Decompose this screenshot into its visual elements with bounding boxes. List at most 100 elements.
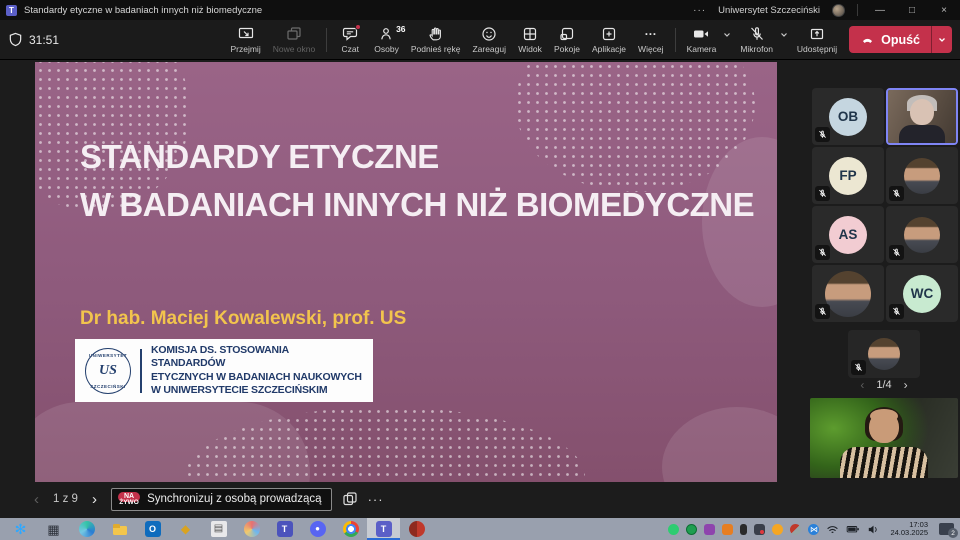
previous-slide-button[interactable]: ‹ <box>30 491 43 508</box>
logo-text-line2: ETYCZNYCH W BADANIACH NAUKOWYCH <box>151 371 363 385</box>
camera-button[interactable]: Kamera <box>681 21 723 59</box>
shell-app-icon[interactable] <box>235 518 268 540</box>
tray-icon-clock[interactable] <box>686 524 697 535</box>
rooms-button[interactable]: Pokoje <box>548 21 586 59</box>
camera-options-chevron[interactable] <box>723 32 731 38</box>
minimize-button[interactable]: — <box>870 5 890 16</box>
university-logo-box: UNIWERSYTET US SZCZECIŃSKI KOMISJA DS. S… <box>75 339 373 402</box>
shared-presentation-slide: STANDARDY ETYCZNE W BADANIACH INNYCH NIŻ… <box>35 62 777 482</box>
meeting-stage: STANDARDY ETYCZNE W BADANIACH INNYCH NIŻ… <box>0 60 960 518</box>
new-window-button: Nowe okno <box>267 21 322 59</box>
participants-previous-page-button[interactable]: ‹ <box>860 378 864 392</box>
bluetooth-icon[interactable]: ⋈ <box>808 524 819 535</box>
share-button[interactable]: Udostępnij <box>791 21 843 59</box>
react-button[interactable]: Zareaguj <box>466 21 512 59</box>
tray-icon-green[interactable] <box>668 524 679 535</box>
apps-button[interactable]: Aplikacje <box>586 21 632 59</box>
discord-icon[interactable]: ● <box>301 518 334 540</box>
outlook-icon[interactable]: O <box>136 518 169 540</box>
account-avatar[interactable] <box>832 4 845 17</box>
toolbar-divider <box>675 28 676 52</box>
chat-button[interactable]: Czat <box>332 21 368 59</box>
tray-icon-orange[interactable] <box>722 524 733 535</box>
participants-panel: OB FP <box>808 60 960 518</box>
participant-tile[interactable]: OB <box>812 88 884 145</box>
edge-browser-icon[interactable] <box>70 518 103 540</box>
presentation-more-button[interactable]: ··· <box>368 492 384 507</box>
tray-icon-mic[interactable] <box>740 524 747 535</box>
participants-next-page-button[interactable]: › <box>904 378 908 392</box>
mic-muted-icon <box>815 186 830 201</box>
slide-thumbnails-button[interactable] <box>342 491 358 507</box>
sync-to-presenter-button[interactable]: NA ŻYWO Synchronizuj z osobą prowadzącą <box>111 488 332 511</box>
mic-muted-icon <box>815 304 830 319</box>
teams-classic-icon[interactable]: T <box>268 518 301 540</box>
timer-value: 31:51 <box>29 33 59 47</box>
microphone-button[interactable]: Mikrofon <box>734 21 779 59</box>
logo-divider <box>140 349 142 393</box>
participant-tile-active-speaker[interactable] <box>886 88 958 145</box>
mic-muted-icon <box>889 245 904 260</box>
task-view-button[interactable]: ▦ <box>37 518 70 540</box>
window-title: Standardy etyczne w badaniach innych niż… <box>24 5 262 16</box>
camera-icon <box>693 26 709 42</box>
tray-icon-screen-record[interactable] <box>754 524 765 535</box>
taskbar-clock[interactable]: 17:03 24.03.2025 <box>890 521 928 538</box>
tray-icon-purple[interactable] <box>704 524 715 535</box>
teams-taskbar-icon-active[interactable]: T <box>367 518 400 540</box>
toolbar-divider <box>326 28 327 52</box>
chrome-icon[interactable] <box>334 518 367 540</box>
next-slide-button[interactable]: › <box>88 491 101 508</box>
participant-initials: WC <box>903 275 941 313</box>
more-ellipsis-icon: ··· <box>645 26 657 42</box>
wifi-icon[interactable] <box>826 524 839 535</box>
leave-options-chevron[interactable] <box>931 26 952 53</box>
file-explorer-icon[interactable] <box>103 518 136 540</box>
view-button[interactable]: Widok <box>512 21 548 59</box>
volume-icon[interactable] <box>867 524 880 535</box>
people-button[interactable]: 36 Osoby <box>368 21 405 59</box>
participant-tile[interactable] <box>848 330 920 378</box>
leave-button[interactable]: Opuść <box>849 26 952 53</box>
chat-notification-dot <box>355 24 361 30</box>
mic-muted-icon <box>815 245 830 260</box>
participant-tile[interactable]: WC <box>886 265 958 322</box>
self-view-video[interactable] <box>810 398 958 478</box>
maximize-button[interactable]: □ <box>902 5 922 16</box>
close-button[interactable]: × <box>934 5 954 16</box>
participants-pagination: ‹ 1/4 › <box>808 378 960 392</box>
self-view-avatar <box>840 447 928 478</box>
red-app-icon[interactable] <box>400 518 433 540</box>
speaker-avatar <box>910 99 934 125</box>
raise-hand-button[interactable]: Podnieś rękę <box>405 21 467 59</box>
microphone-options-chevron[interactable] <box>780 32 788 38</box>
presentation-controls: ‹ 1 z 9 › NA ŻYWO Synchronizuj z osobą p… <box>30 485 384 513</box>
tray-icon-amber[interactable] <box>772 524 783 535</box>
windows-taskbar: ✻ ▦ O ◆ ▤ T ● T ⋈ <box>0 518 960 540</box>
people-count-badge: 36 <box>396 24 405 34</box>
battery-icon[interactable] <box>846 524 860 534</box>
chat-icon <box>342 26 358 42</box>
take-control-icon <box>238 26 254 42</box>
teams-app-icon: T <box>6 5 17 16</box>
participant-tile[interactable]: FP <box>812 147 884 204</box>
university-seal-icon: UNIWERSYTET US SZCZECIŃSKI <box>85 348 131 394</box>
take-control-button[interactable]: Przejmij <box>224 21 266 59</box>
participant-tile[interactable]: AS <box>812 206 884 263</box>
participant-tile[interactable] <box>886 206 958 263</box>
start-button[interactable]: ✻ <box>4 518 37 540</box>
titlebar-more-button[interactable]: ··· <box>693 5 706 16</box>
participant-tile[interactable] <box>812 265 884 322</box>
participant-tile[interactable] <box>886 147 958 204</box>
meeting-toolbar: 31:51 Przejmij Nowe okno Czat <box>0 20 960 60</box>
tray-icon-red-gray[interactable] <box>790 524 801 535</box>
more-button[interactable]: ··· Więcej <box>632 21 670 59</box>
mic-muted-icon <box>851 360 866 375</box>
new-window-icon <box>286 26 302 42</box>
raise-hand-icon <box>428 26 444 42</box>
mic-muted-icon <box>889 304 904 319</box>
notification-center-icon[interactable]: 2 <box>939 523 954 535</box>
notes-app-icon[interactable]: ▤ <box>202 518 235 540</box>
gold-app-icon[interactable]: ◆ <box>169 518 202 540</box>
slide-title-line2: W BADANIACH INNYCH NIŻ BIOMEDYCZNE <box>80 186 754 224</box>
